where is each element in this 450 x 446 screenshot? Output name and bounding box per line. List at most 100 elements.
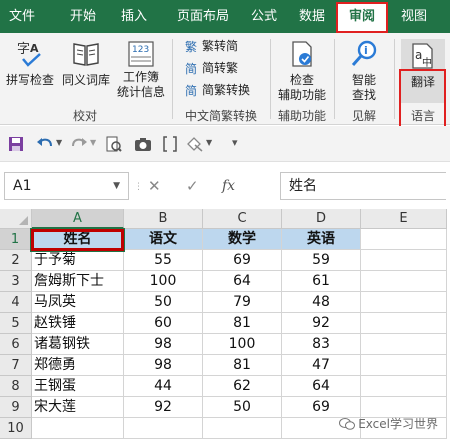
bracket-icon[interactable] [162,136,178,152]
row-header-5[interactable]: 5 [0,313,32,334]
cell-e7[interactable] [361,355,447,376]
cell-e5[interactable] [361,313,447,334]
column-header-d[interactable]: D [282,209,361,229]
cell-a9[interactable]: 宋大莲 [32,397,124,418]
cell-c2[interactable]: 69 [203,250,282,271]
cell-b2[interactable]: 55 [124,250,203,271]
cell-b5[interactable]: 60 [124,313,203,334]
svg-text:A: A [30,42,39,55]
cell-b8[interactable]: 44 [124,376,203,397]
name-box-dropdown-icon[interactable]: ▼ [113,173,120,199]
svg-text:繁: 繁 [185,39,197,53]
name-box[interactable]: A1 ▼ [4,172,129,200]
column-header-b[interactable]: B [124,209,203,229]
row-header-2[interactable]: 2 [0,250,32,271]
spell-check-button[interactable]: 字 A 拼写检查 [4,39,56,88]
tab-home[interactable]: 开始 [61,0,105,33]
undo-dropdown-icon[interactable]: ▼ [56,138,62,147]
tab-view[interactable]: 视图 [392,0,436,33]
cell-a10[interactable] [32,418,124,439]
format-dropdown-icon[interactable]: ▼ [206,138,212,147]
smart-lookup-button[interactable]: i 智能 查找 [338,39,390,103]
tab-insert[interactable]: 插入 [112,0,156,33]
print-preview-icon[interactable] [106,136,122,152]
cell-b1[interactable]: 语文 [124,229,203,250]
cell-c7[interactable]: 81 [203,355,282,376]
redo-dropdown-icon[interactable]: ▼ [90,138,96,147]
cell-c3[interactable]: 64 [203,271,282,292]
cell-c1[interactable]: 数学 [203,229,282,250]
cell-b3[interactable]: 100 [124,271,203,292]
cell-c4[interactable]: 79 [203,292,282,313]
cell-d8[interactable]: 64 [282,376,361,397]
insert-function-icon[interactable]: fx [222,172,235,200]
confirm-entry-icon[interactable]: ✓ [186,172,199,200]
cell-e3[interactable] [361,271,447,292]
tab-page-layout[interactable]: 页面布局 [168,0,238,33]
cell-d6[interactable]: 83 [282,334,361,355]
cell-b9[interactable]: 92 [124,397,203,418]
format-painter-icon[interactable] [186,136,204,152]
ribbon: 字 A 拼写检查 同义词库 123 工作簿 统计信息 校对 繁繁转简 简简转繁 … [0,33,450,138]
cell-a5[interactable]: 赵铁锤 [32,313,124,334]
row-header-8[interactable]: 8 [0,376,32,397]
check-accessibility-button[interactable]: 检查 辅助功能 [274,39,330,103]
camera-icon[interactable] [134,136,152,152]
group-divider [172,39,173,119]
customize-toolbar-icon[interactable]: ▾ [232,136,238,149]
tab-formulas[interactable]: 公式 [242,0,286,33]
cell-d4[interactable]: 48 [282,292,361,313]
cell-c8[interactable]: 62 [203,376,282,397]
cell-a6[interactable]: 诸葛钢铁 [32,334,124,355]
undo-icon[interactable] [36,136,54,152]
cell-d1[interactable]: 英语 [282,229,361,250]
cell-d5[interactable]: 92 [282,313,361,334]
cell-b10[interactable] [124,418,203,439]
column-header-c[interactable]: C [203,209,282,229]
cell-e1[interactable] [361,229,447,250]
cell-d3[interactable]: 61 [282,271,361,292]
cell-e6[interactable] [361,334,447,355]
traditional-to-simplified-button[interactable]: 繁繁转简 [185,38,238,54]
row-header-1[interactable]: 1 [0,229,32,250]
save-icon[interactable] [8,136,24,152]
cell-e2[interactable] [361,250,447,271]
cell-e4[interactable] [361,292,447,313]
proofing-group-label: 校对 [72,109,97,123]
cell-c6[interactable]: 100 [203,334,282,355]
cell-a3[interactable]: 詹姆斯下士 [32,271,124,292]
simplified-to-traditional-button[interactable]: 简简转繁 [185,60,238,76]
column-header-e[interactable]: E [361,209,447,229]
row-header-7[interactable]: 7 [0,355,32,376]
workbook-statistics-button[interactable]: 123 工作簿 统计信息 [116,39,166,100]
row-header-4[interactable]: 4 [0,292,32,313]
chinese-conversion-button[interactable]: 简简繁转换 [185,82,250,98]
tab-data[interactable]: 数据 [290,0,334,33]
cell-c9[interactable]: 50 [203,397,282,418]
cell-b7[interactable]: 98 [124,355,203,376]
cell-d2[interactable]: 59 [282,250,361,271]
cancel-entry-icon[interactable]: ✕ [148,172,161,200]
cell-a2[interactable]: 于予菊 [32,250,124,271]
cell-c5[interactable]: 81 [203,313,282,334]
cell-b6[interactable]: 98 [124,334,203,355]
select-all-button[interactable] [0,209,32,229]
formula-bar-handle-icon[interactable]: ⋮ [134,182,143,192]
row-header-3[interactable]: 3 [0,271,32,292]
tab-file[interactable]: 文件 [0,0,44,33]
row-header-9[interactable]: 9 [0,397,32,418]
row-header-6[interactable]: 6 [0,334,32,355]
cell-a8[interactable]: 王钢蛋 [32,376,124,397]
thesaurus-button[interactable]: 同义词库 [58,39,114,88]
row-header-10[interactable]: 10 [0,418,32,439]
column-header-a[interactable]: A [32,209,124,229]
insights-group-label: 见解 [351,109,376,123]
cell-d7[interactable]: 47 [282,355,361,376]
cell-a4[interactable]: 马凤英 [32,292,124,313]
cell-b4[interactable]: 50 [124,292,203,313]
formula-input[interactable]: 姓名 [280,172,446,200]
cell-c10[interactable] [203,418,282,439]
redo-icon[interactable] [70,136,88,152]
cell-a7[interactable]: 郑德勇 [32,355,124,376]
cell-e8[interactable] [361,376,447,397]
